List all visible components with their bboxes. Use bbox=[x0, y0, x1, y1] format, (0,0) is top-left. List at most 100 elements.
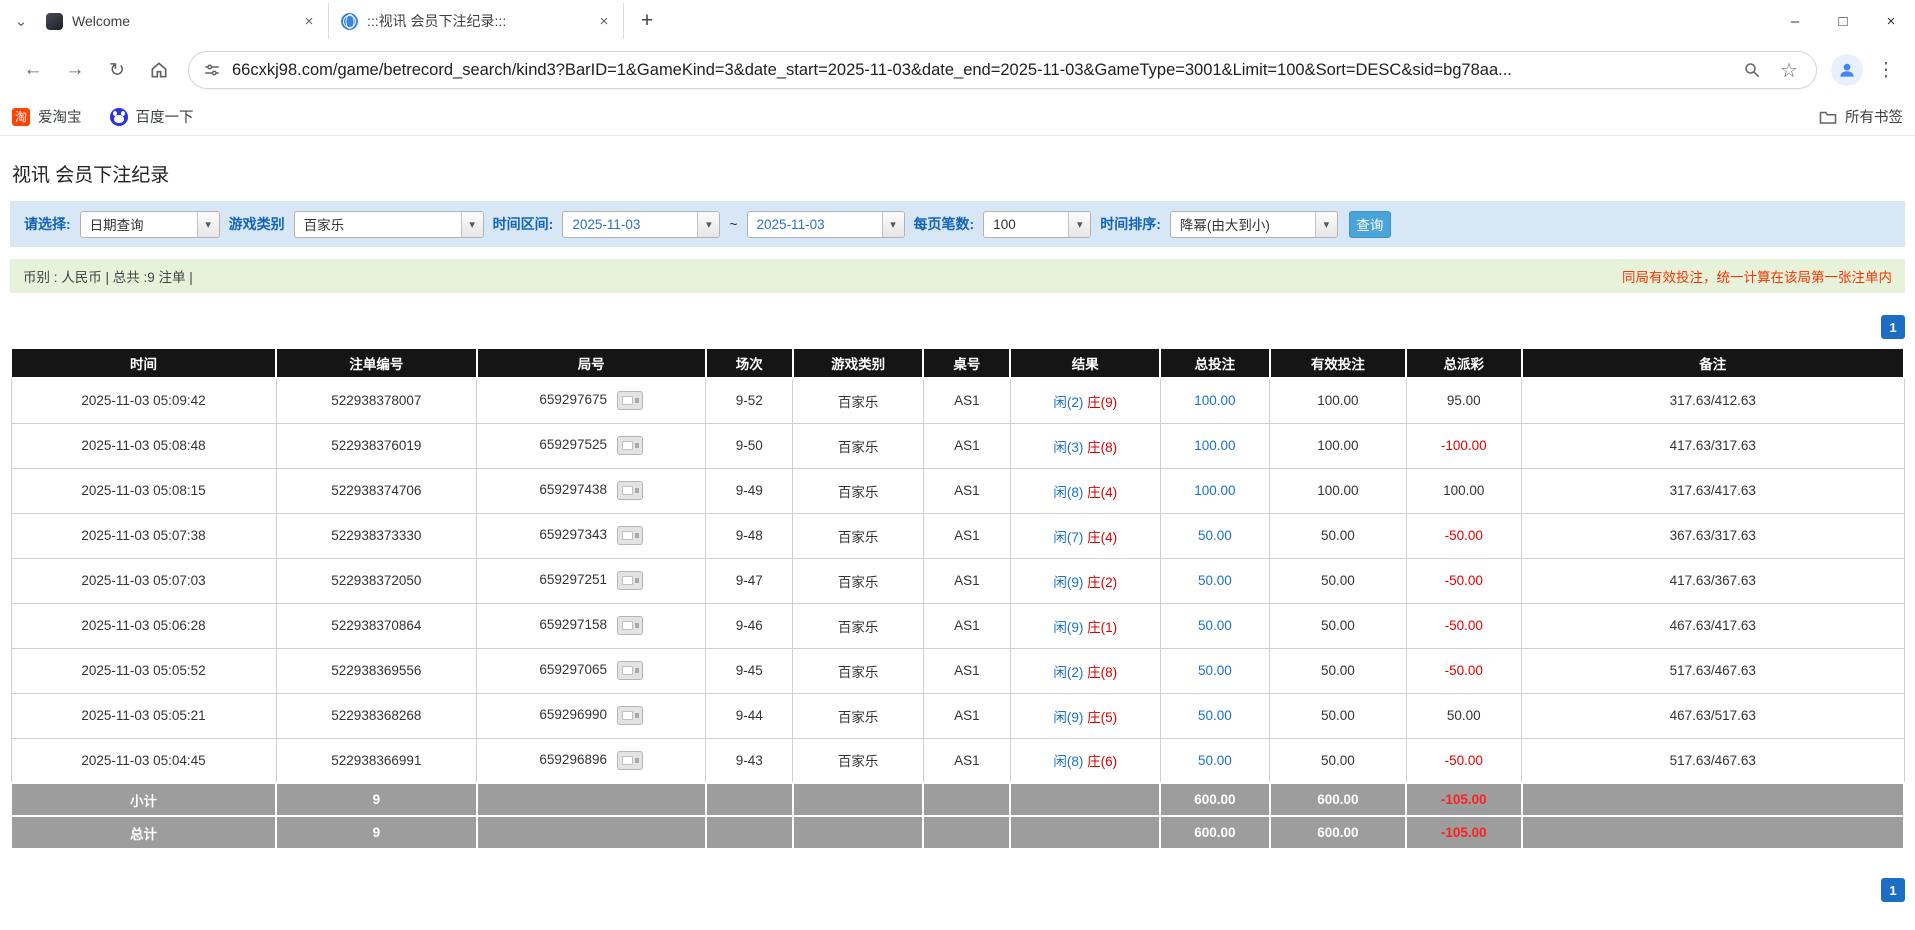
payout-cell: 100.00 bbox=[1405, 467, 1523, 514]
total-bet-cell[interactable]: 100.00 bbox=[1159, 467, 1271, 514]
time-cell: 2025-11-03 05:07:03 bbox=[10, 557, 277, 604]
per-page-select[interactable]: 100 ▾ bbox=[983, 210, 1092, 238]
round-replay-icon[interactable] bbox=[616, 436, 643, 455]
payout-cell: 50.00 bbox=[1405, 692, 1523, 739]
total-bet-cell[interactable]: 50.00 bbox=[1159, 602, 1271, 649]
sort-order-select[interactable]: 降幂(由大到小) ▾ bbox=[1169, 210, 1338, 238]
back-button[interactable]: ← bbox=[14, 51, 52, 89]
column-header: 备注 bbox=[1520, 347, 1906, 379]
round-replay-icon[interactable] bbox=[616, 391, 643, 411]
subtotal-round-cell bbox=[475, 782, 707, 817]
round-replay-icon[interactable] bbox=[616, 750, 643, 770]
valid-bet-cell: 100.00 bbox=[1269, 377, 1407, 424]
round-number: 659297251 bbox=[539, 572, 607, 588]
bet-id-cell: 522938378007 bbox=[275, 377, 478, 424]
total-bet-cell[interactable]: 50.00 bbox=[1159, 647, 1271, 694]
session-cell: 9-45 bbox=[705, 647, 794, 694]
game-type-select[interactable]: 百家乐 ▾ bbox=[293, 210, 484, 238]
all-bookmarks-button[interactable]: 所有书签 bbox=[1819, 106, 1903, 127]
player-result: 闲(2) bbox=[1053, 394, 1084, 410]
round-number: 659296990 bbox=[539, 707, 607, 723]
round-number: 659297438 bbox=[539, 482, 607, 498]
round-replay-icon[interactable] bbox=[616, 526, 643, 545]
minimize-button[interactable]: – bbox=[1771, 0, 1819, 42]
dropdown-arrow-icon[interactable]: ▾ bbox=[196, 211, 219, 237]
reload-button[interactable]: ↻ bbox=[98, 51, 136, 89]
tab-search-button[interactable]: ⌄ bbox=[8, 8, 34, 34]
total-bet-cell[interactable]: 100.00 bbox=[1159, 377, 1271, 424]
bet-record-row: 2025-11-03 05:05:52 522938369556 659297065… bbox=[10, 647, 1905, 694]
pagination-top: 1 bbox=[10, 315, 1905, 339]
search-button[interactable]: 查询 bbox=[1348, 210, 1391, 238]
round-cell: 659297343 bbox=[476, 512, 707, 559]
tab-bet-records[interactable]: :::视讯 会员下注纪录::: × bbox=[329, 3, 624, 39]
maximize-button[interactable]: □ bbox=[1819, 0, 1867, 42]
player-result: 闲(3) bbox=[1053, 439, 1084, 455]
grand-total-total-bet-cell: 600.00 bbox=[1159, 815, 1271, 850]
round-replay-icon[interactable] bbox=[616, 706, 643, 725]
close-button[interactable]: × bbox=[1867, 0, 1915, 42]
table-number-cell: AS1 bbox=[922, 377, 1011, 424]
new-tab-button[interactable]: + bbox=[632, 6, 662, 36]
banker-result: 庄(4) bbox=[1087, 484, 1118, 500]
dropdown-arrow-icon[interactable]: ▾ bbox=[697, 211, 720, 237]
page-1-button[interactable]: 1 bbox=[1881, 315, 1905, 339]
dropdown-arrow-icon[interactable]: ▾ bbox=[1314, 211, 1337, 237]
date-start-select[interactable]: 2025-11-03 ▾ bbox=[562, 210, 721, 238]
profile-avatar[interactable] bbox=[1831, 54, 1863, 86]
round-cell: 659297438 bbox=[476, 467, 707, 514]
result-cell: 闲(2) 庄(8) bbox=[1009, 647, 1161, 694]
round-replay-icon[interactable] bbox=[616, 481, 643, 500]
page-1-button[interactable]: 1 bbox=[1881, 878, 1905, 902]
query-type-select[interactable]: 日期查询 ▾ bbox=[79, 210, 220, 238]
round-replay-icon[interactable] bbox=[616, 571, 643, 590]
round-cell: 659297065 bbox=[476, 647, 707, 694]
tab-close-icon[interactable]: × bbox=[300, 12, 318, 30]
dropdown-arrow-icon[interactable]: ▾ bbox=[881, 211, 904, 237]
bet-table-head-row: 时间 注单编号 局号 场次 游戏类别 桌号 结果 总投注 有效投注 总派彩 备注 bbox=[9, 347, 1906, 379]
bet-id-cell: 522938366991 bbox=[275, 737, 478, 784]
time-cell: 2025-11-03 05:04:45 bbox=[10, 737, 277, 784]
bookmark-star-icon[interactable]: ☆ bbox=[1776, 57, 1802, 83]
bookmark-baidu[interactable]: 百度一下 bbox=[109, 106, 194, 127]
column-header: 注单编号 bbox=[275, 347, 478, 379]
date-range-label: 时间区间: bbox=[492, 216, 554, 232]
result-cell: 闲(9) 庄(2) bbox=[1009, 557, 1161, 604]
dropdown-arrow-icon[interactable]: ▾ bbox=[1068, 211, 1091, 237]
site-settings-icon[interactable] bbox=[203, 61, 221, 79]
total-bet-cell[interactable]: 100.00 bbox=[1159, 422, 1271, 469]
banker-result: 庄(6) bbox=[1087, 754, 1118, 770]
dropdown-arrow-icon[interactable]: ▾ bbox=[460, 211, 483, 237]
result-cell: 闲(9) 庄(5) bbox=[1009, 692, 1161, 739]
game-type-cell: 百家乐 bbox=[792, 467, 924, 514]
bet-table-body: 2025-11-03 05:09:42 522938378007 659297675… bbox=[9, 377, 1906, 850]
tab-welcome[interactable]: Welcome × bbox=[34, 3, 329, 39]
total-bet-cell[interactable]: 50.00 bbox=[1159, 557, 1271, 604]
tab-close-icon[interactable]: × bbox=[595, 12, 613, 30]
session-cell: 9-46 bbox=[705, 602, 794, 649]
round-replay-icon[interactable] bbox=[616, 661, 643, 680]
date-end-select[interactable]: 2025-11-03 ▾ bbox=[746, 210, 905, 238]
tab-strip: ⌄ Welcome × :::视讯 会员下注纪录::: × + – □ × bbox=[0, 0, 1915, 42]
same-round-notice: 同局有效投注，统一计算在该局第一张注单内 bbox=[1622, 270, 1892, 285]
url-text[interactable]: 66cxkj98.com/game/betrecord_search/kind3… bbox=[232, 61, 1728, 80]
game-type-cell: 百家乐 bbox=[792, 647, 924, 694]
bet-id-cell: 522938374706 bbox=[275, 467, 478, 514]
url-bar[interactable]: 66cxkj98.com/game/betrecord_search/kind3… bbox=[188, 51, 1817, 89]
table-number-cell: AS1 bbox=[922, 557, 1011, 604]
round-replay-icon[interactable] bbox=[616, 616, 643, 635]
home-button[interactable] bbox=[140, 51, 178, 89]
payout-cell: -50.00 bbox=[1405, 557, 1523, 604]
total-bet-cell[interactable]: 50.00 bbox=[1159, 512, 1271, 559]
total-bet-cell[interactable]: 50.00 bbox=[1159, 737, 1271, 784]
table-number-cell: AS1 bbox=[922, 422, 1011, 469]
subtotal-session-cell bbox=[704, 782, 794, 817]
browser-menu-icon[interactable]: ⋮ bbox=[1871, 51, 1901, 89]
per-page-value: 100 bbox=[993, 216, 1016, 232]
grand-total-valid-bet-cell: 600.00 bbox=[1268, 815, 1408, 850]
bookmark-aitaobao[interactable]: 淘 爱淘宝 bbox=[12, 106, 82, 127]
zoom-icon[interactable] bbox=[1739, 57, 1765, 83]
total-bet-cell[interactable]: 50.00 bbox=[1159, 692, 1271, 739]
payout-cell: -50.00 bbox=[1405, 647, 1523, 694]
forward-button[interactable]: → bbox=[56, 51, 94, 89]
